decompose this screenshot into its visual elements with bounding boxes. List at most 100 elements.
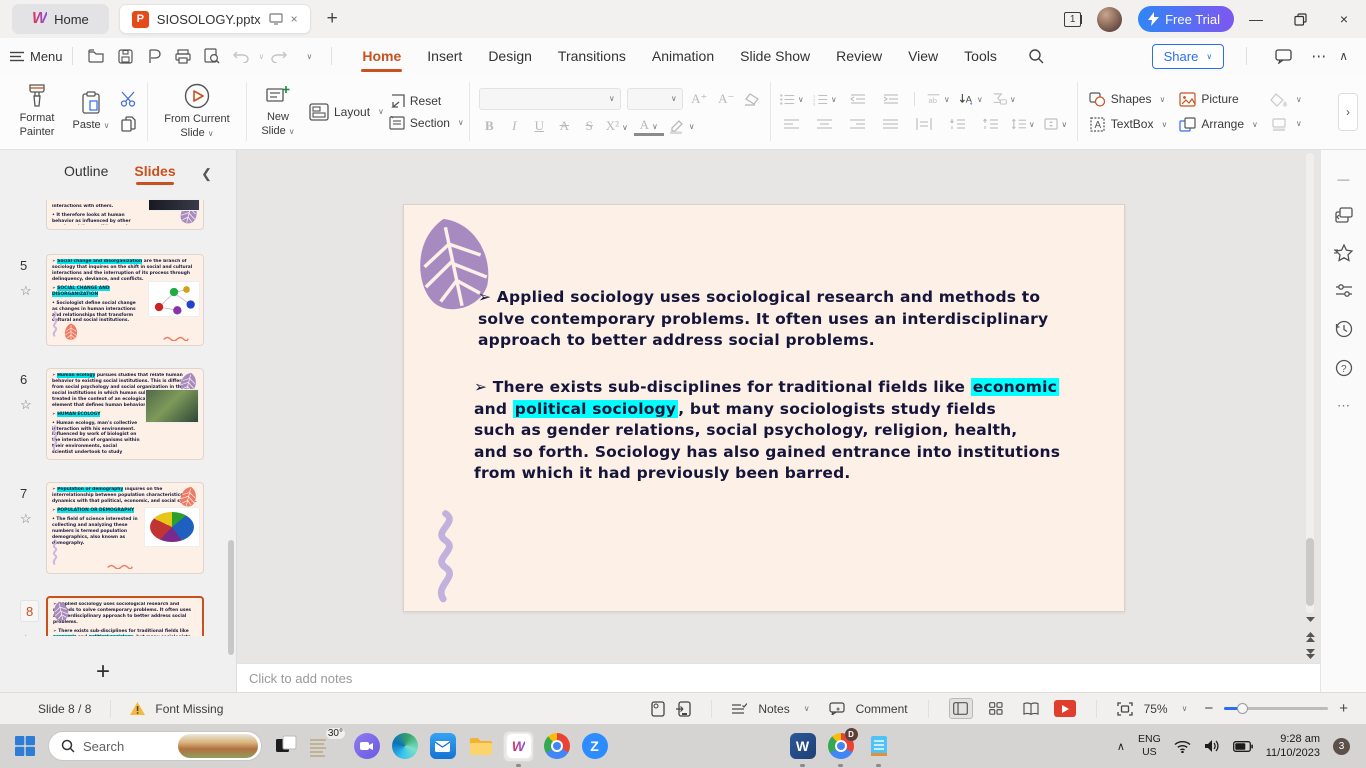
font-missing-warning-icon[interactable] [130,702,146,715]
convert-to-diagram-button[interactable]: ∨ [992,90,1016,108]
slide-thumbnail[interactable]: ➢ Applied sociology uses sociological re… [46,596,204,636]
print-icon[interactable] [171,44,196,68]
slide-thumbnail[interactable]: ➢ Human ecology pursues studies that rel… [46,368,204,460]
bold-button[interactable]: B [479,118,500,134]
zoom-app-icon[interactable]: Z [580,732,609,761]
increase-paragraph-spacing-button[interactable] [945,115,969,133]
close-document-icon[interactable]: × [291,12,298,26]
underline-button[interactable]: U [529,118,550,134]
italic-button[interactable]: I [504,118,525,134]
vertical-align-button[interactable]: ∨ [1044,115,1068,133]
wifi-icon[interactable] [1174,740,1191,753]
volume-icon[interactable] [1204,739,1220,753]
decrease-font-size-button[interactable]: A⁻ [716,91,737,107]
comment-icon[interactable] [1271,44,1296,68]
tab-animation[interactable]: Animation [639,38,727,74]
settings-sliders-icon[interactable] [1335,283,1353,299]
slide-thumbnail[interactable]: ➢ Population or demography inquires on t… [46,482,204,574]
close-window-button[interactable]: × [1322,0,1366,38]
expand-ribbon-button[interactable]: › [1338,92,1358,131]
zoom-in-button[interactable]: + [1339,700,1348,717]
shapes-button[interactable]: Shapes ∨ [1089,91,1168,107]
notes-toggle-icon[interactable] [732,702,748,715]
normal-view-button[interactable] [948,698,973,719]
notes-button[interactable]: Notes [758,702,789,716]
picture-button[interactable]: Picture [1179,91,1258,107]
minimize-button[interactable]: — [1234,0,1278,38]
collapse-panel-icon[interactable]: ❮ [201,166,212,182]
strikethrough-button[interactable]: S [579,118,600,134]
edge-browser-icon[interactable] [390,732,419,761]
scroll-down-icon[interactable] [1303,613,1317,627]
shape-outline-button[interactable]: ∨ [1270,117,1302,131]
increase-font-size-button[interactable]: A⁺ [689,91,710,107]
character-spacing-button[interactable]: ab ∨ [926,90,950,108]
decrease-indent-button[interactable] [846,90,870,108]
battery-icon[interactable] [1232,740,1253,752]
slideshow-play-button[interactable] [1053,700,1076,717]
more-options-icon[interactable]: ⋯ [1311,47,1326,65]
slide-paragraph-1[interactable]: ➢ Applied sociology uses sociological re… [478,287,1048,352]
hide-rail-icon[interactable]: — [1338,172,1350,186]
new-slide-button[interactable]: New Slide ∨ [252,74,304,149]
switch-window-icon[interactable] [1334,207,1353,223]
theme-widget-icon[interactable] [271,732,300,761]
reset-button[interactable]: Reset [389,94,464,108]
section-button[interactable]: Section ∨ [389,115,464,130]
taskbar-search[interactable]: Search [48,731,262,761]
notepad-app-icon[interactable] [864,732,893,767]
cast-to-device-icon[interactable] [676,700,691,717]
paste-button[interactable]: Paste ∨ [66,74,116,149]
align-center-button[interactable] [813,115,837,133]
tab-design[interactable]: Design [475,38,545,74]
text-direction-button[interactable]: A ∨ [959,90,983,108]
output-pdf-icon[interactable] [142,44,167,68]
notes-dropdown-icon[interactable]: ∨ [804,704,810,713]
language-indicator[interactable]: ENG US [1138,733,1161,759]
cut-button[interactable] [120,91,138,107]
reading-view-button[interactable] [1019,698,1043,719]
canvas-scrollbar-thumb[interactable] [1306,538,1314,606]
chrome-profile-icon[interactable]: D [826,728,858,767]
textbox-button[interactable]: A TextBox ∨ [1089,116,1167,132]
search-highlight-image[interactable] [178,734,258,758]
decrease-paragraph-spacing-button[interactable] [978,115,1002,133]
print-preview-icon[interactable] [200,44,225,68]
collapse-ribbon-icon[interactable]: ∧ [1339,49,1348,63]
start-button[interactable] [10,732,39,761]
chat-app-icon[interactable] [352,732,381,761]
save-icon[interactable] [113,44,138,68]
slide-canvas[interactable]: ➢ Applied sociology uses sociological re… [236,150,1320,663]
open-file-icon[interactable] [84,44,109,68]
play-from-current-slide-button[interactable]: From Current Slide ∨ [153,74,241,149]
tab-slide-show[interactable]: Slide Show [727,38,823,74]
font-name-select[interactable]: ∨ [478,87,621,110]
new-document-tab-button[interactable]: + [327,8,338,30]
previous-slide-button[interactable] [1303,630,1317,644]
toolbar-more-icon[interactable]: ∨ [295,44,320,68]
chrome-browser-icon[interactable] [542,732,571,761]
device-preview-icon[interactable] [651,700,665,717]
tab-transitions[interactable]: Transitions [545,38,639,74]
wps-home-tab[interactable]: W Home [12,4,109,34]
arrange-button[interactable]: Arrange ∨ [1179,116,1258,132]
tab-insert[interactable]: Insert [414,38,475,74]
zoom-out-button[interactable]: − [1204,700,1213,717]
document-tab[interactable]: P SIOSOLOGY.pptx × [118,4,311,34]
slide-thumbnail[interactable]: ➢ Social change and disorganization are … [46,254,204,346]
shape-fill-button[interactable]: ∨ [1270,92,1302,107]
layout-button[interactable]: Layout ∨ [304,74,389,149]
font-size-select[interactable]: ∨ [626,87,683,110]
present-on-screen-icon[interactable] [269,13,283,25]
sidebar-scrollbar[interactable] [228,540,234,655]
add-slide-button[interactable]: + [96,658,110,686]
clock[interactable]: 9:28 am 11/10/2023 [1266,732,1320,761]
new-features-star-icon[interactable] [1334,244,1353,262]
copy-button[interactable] [120,116,138,132]
comment-add-icon[interactable] [828,702,845,715]
superscript-button[interactable]: X² ∨ [604,118,630,134]
zoom-slider-knob[interactable] [1237,703,1249,714]
word-app-icon[interactable]: W [788,732,817,767]
distribute-text-button[interactable] [912,115,936,133]
align-right-button[interactable] [846,115,870,133]
